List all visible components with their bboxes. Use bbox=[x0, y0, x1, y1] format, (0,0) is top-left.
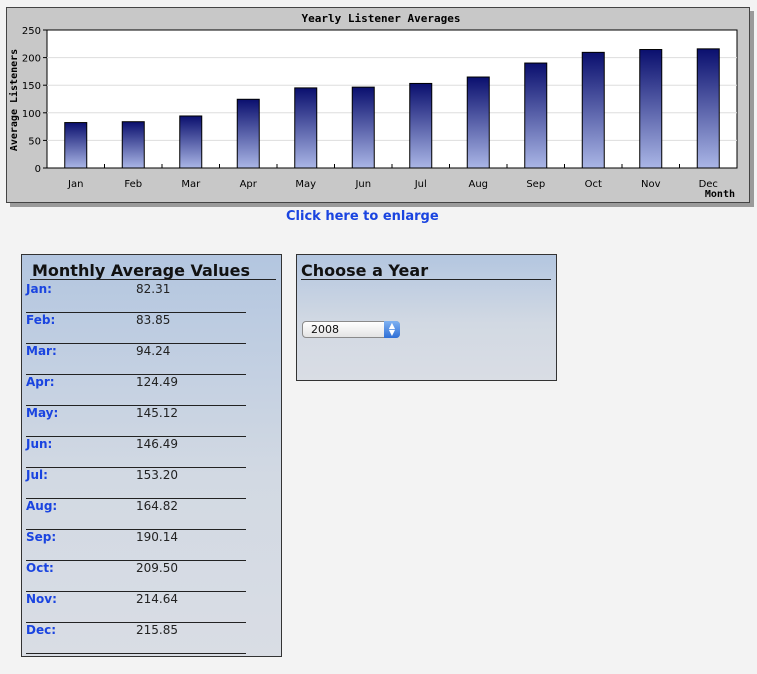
month-row: May: 145.12 bbox=[26, 405, 246, 437]
month-average-value: 209.50 bbox=[136, 561, 178, 575]
chart-frame: Yearly Listener Averages 0 50 100 150 200 250… bbox=[6, 7, 750, 203]
title-divider bbox=[30, 279, 276, 280]
x-tick-label: Jun bbox=[354, 179, 371, 190]
month-label: Jul: bbox=[26, 468, 48, 482]
month-average-value: 82.31 bbox=[136, 282, 171, 296]
x-tick-label: Jul bbox=[414, 179, 427, 190]
y-tick-label: 250 bbox=[22, 26, 41, 37]
month-label: Dec: bbox=[26, 623, 57, 637]
choose-year-title: Choose a Year bbox=[301, 261, 429, 280]
month-row: Jan: 82.31 bbox=[26, 281, 246, 313]
y-tick-label: 200 bbox=[22, 54, 41, 65]
month-row: Aug: 164.82 bbox=[26, 498, 246, 530]
month-average-value: 214.64 bbox=[136, 592, 178, 606]
monthly-averages-title: Monthly Average Values bbox=[32, 261, 251, 280]
month-row: Sep: 190.14 bbox=[26, 529, 246, 561]
enlarge-chart-link[interactable]: Click here to enlarge bbox=[286, 209, 439, 224]
bar-feb bbox=[121, 121, 145, 169]
x-tick-label: Nov bbox=[641, 179, 661, 190]
bar-apr bbox=[236, 98, 260, 169]
y-tick-label: 150 bbox=[22, 81, 41, 92]
month-label: Feb: bbox=[26, 313, 56, 327]
month-average-value: 164.82 bbox=[136, 499, 178, 513]
month-row: Dec: 215.85 bbox=[26, 622, 246, 654]
month-label: Jan: bbox=[26, 282, 52, 296]
x-axis-label: Month bbox=[705, 189, 735, 200]
x-tick-label: Oct bbox=[585, 179, 602, 190]
bar-jun bbox=[351, 86, 375, 169]
bar-aug bbox=[466, 76, 490, 169]
y-axis-ticks: 0 50 100 150 200 250 bbox=[22, 26, 47, 175]
month-label: Apr: bbox=[26, 375, 55, 389]
y-tick-label: 50 bbox=[28, 136, 41, 147]
y-tick-label: 100 bbox=[22, 109, 41, 120]
bar-jul bbox=[409, 82, 433, 169]
month-average-value: 190.14 bbox=[136, 530, 178, 544]
x-tick-label: Jan bbox=[67, 179, 83, 190]
updown-arrows-icon[interactable]: ▲ ▼ bbox=[384, 321, 400, 338]
choose-year-panel: Choose a Year 2008 ▲ ▼ bbox=[296, 254, 557, 381]
month-average-value: 124.49 bbox=[136, 375, 178, 389]
month-label: Jun: bbox=[26, 437, 53, 451]
month-row: Oct: 209.50 bbox=[26, 560, 246, 592]
month-average-value: 83.85 bbox=[136, 313, 171, 327]
month-row: Feb: 83.85 bbox=[26, 312, 246, 344]
bar-may bbox=[294, 87, 318, 169]
bar-mar bbox=[179, 115, 203, 169]
y-tick-label: 0 bbox=[35, 164, 41, 175]
month-label: Oct: bbox=[26, 561, 54, 575]
x-tick-label: Aug bbox=[468, 179, 488, 190]
month-average-value: 153.20 bbox=[136, 468, 178, 482]
bar-jan bbox=[64, 122, 88, 169]
month-average-value: 145.12 bbox=[136, 406, 178, 420]
month-label: Mar: bbox=[26, 344, 57, 358]
title-divider bbox=[301, 279, 551, 280]
month-row: Mar: 94.24 bbox=[26, 343, 246, 375]
month-label: Aug: bbox=[26, 499, 58, 513]
bar-sep bbox=[524, 62, 548, 169]
month-row: Jul: 153.20 bbox=[26, 467, 246, 499]
bar-dec bbox=[696, 48, 720, 169]
x-tick-label: Mar bbox=[181, 179, 201, 190]
x-tick-label: Sep bbox=[526, 179, 545, 190]
month-row: Jun: 146.49 bbox=[26, 436, 246, 468]
monthly-averages-panel: Monthly Average Values Jan: 82.31 Feb: 83.8… bbox=[21, 254, 282, 657]
x-tick-label: Feb bbox=[124, 179, 142, 190]
x-tick-label: May bbox=[295, 179, 316, 190]
chart-title: Yearly Listener Averages bbox=[302, 12, 461, 25]
bar-oct bbox=[581, 51, 605, 169]
y-axis-label: Average Listeners bbox=[8, 49, 20, 151]
month-label: May: bbox=[26, 406, 59, 420]
plot-area bbox=[46, 29, 738, 169]
bar-nov bbox=[639, 49, 663, 169]
month-average-value: 146.49 bbox=[136, 437, 178, 451]
year-select[interactable]: 2008 ▲ ▼ bbox=[302, 321, 400, 338]
month-average-value: 215.85 bbox=[136, 623, 178, 637]
bar-chart: Yearly Listener Averages 0 50 100 150 200 250… bbox=[8, 12, 738, 200]
month-label: Sep: bbox=[26, 530, 57, 544]
year-select-value: 2008 bbox=[311, 323, 339, 336]
month-label: Nov: bbox=[26, 592, 57, 606]
x-tick-label: Apr bbox=[240, 179, 258, 190]
month-row: Nov: 214.64 bbox=[26, 591, 246, 623]
month-average-value: 94.24 bbox=[136, 344, 171, 358]
month-row: Apr: 124.49 bbox=[26, 374, 246, 406]
